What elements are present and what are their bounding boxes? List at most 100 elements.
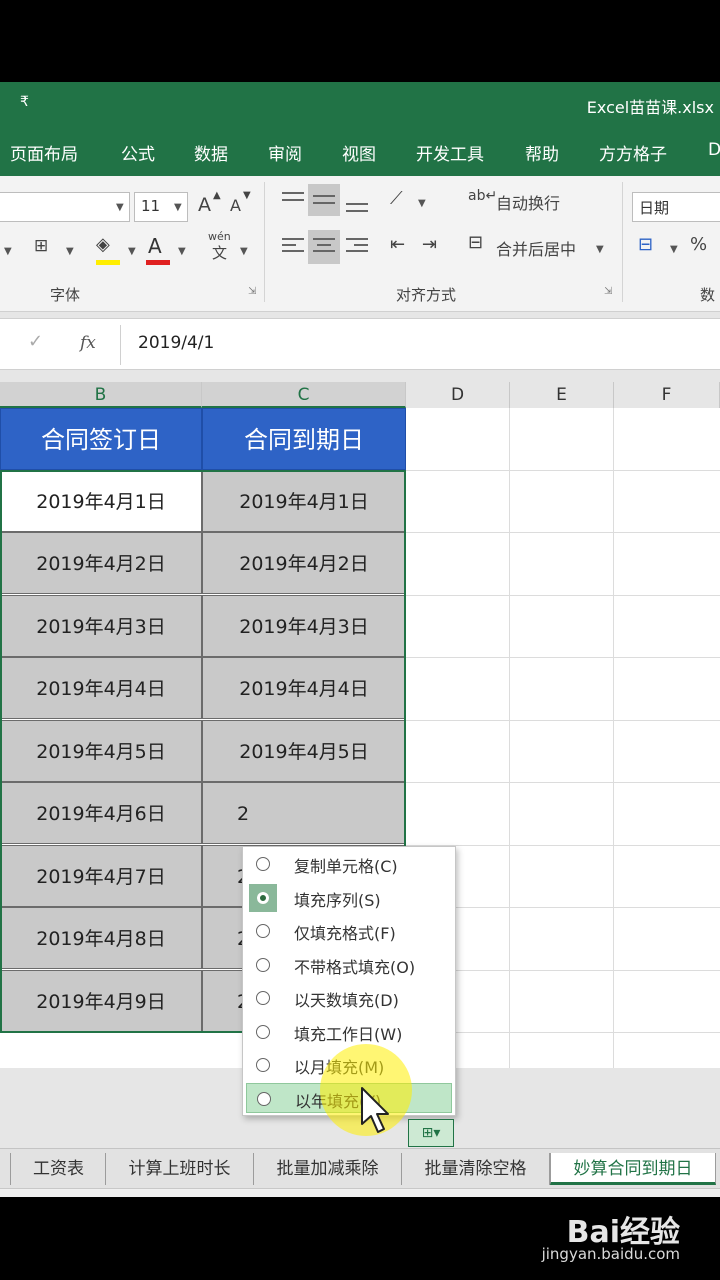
tab-formulas[interactable]: 公式 [121, 140, 155, 165]
font-launcher-icon[interactable]: ⇲ [248, 286, 256, 297]
orientation-dropdown-icon[interactable]: ▼ [418, 198, 426, 209]
accounting-format-icon[interactable]: ⊟ [638, 234, 653, 255]
font-color-icon[interactable]: A [148, 234, 162, 258]
cell-b[interactable]: 2019年4月1日 [0, 470, 202, 532]
align-left-icon[interactable] [282, 236, 306, 260]
status-bar: 平 [0, 1188, 720, 1197]
decrease-indent-icon[interactable]: ⇤ [390, 234, 405, 255]
column-header-c[interactable]: C [202, 382, 406, 408]
orientation-icon[interactable]: ⟋ [390, 188, 403, 209]
column-header-f[interactable]: F [614, 382, 720, 408]
cell-b[interactable]: 2019年4月8日 [0, 907, 202, 969]
insert-function-button[interactable]: fx [80, 333, 96, 353]
menu-item-fill-formatting-only[interactable]: 仅填充格式(F) [246, 916, 452, 946]
column-header-e[interactable]: E [510, 382, 614, 408]
radio-icon [256, 857, 270, 871]
sheet-tab-divider [10, 1153, 11, 1185]
tab-d[interactable]: D [708, 140, 720, 160]
sheet-tab-contract-expiry[interactable]: 妙算合同到期日 [550, 1153, 716, 1185]
wrap-text-icon[interactable]: ab↵ [468, 188, 497, 204]
title-bar: ₹ Excel苗苗课.xlsx [0, 82, 720, 126]
cell-c[interactable]: 2019年4月4日 [202, 657, 406, 719]
radio-icon [256, 1025, 270, 1039]
cell-c[interactable]: 2 [202, 782, 406, 844]
cell-b[interactable]: 2019年4月5日 [0, 720, 202, 782]
column-header-b[interactable]: B [0, 382, 202, 408]
cell-c[interactable]: 2019年4月1日 [202, 470, 406, 532]
borders-icon[interactable]: ⊞ [34, 236, 48, 256]
more-dropdown-icon[interactable]: ▼ [4, 246, 12, 257]
font-size-dropdown-icon[interactable]: ▼ [174, 202, 182, 213]
menu-item-label: 仅填充格式(F) [294, 924, 396, 943]
font-color-dropdown-icon[interactable]: ▼ [178, 246, 186, 257]
cell-c[interactable]: 2019年4月3日 [202, 595, 406, 657]
radio-icon [256, 991, 270, 1005]
align-top-icon[interactable] [282, 190, 306, 214]
shrink-font-button[interactable]: A [230, 196, 241, 215]
phonetic-dropdown-icon[interactable]: ▼ [240, 246, 248, 257]
accounting-dropdown-icon[interactable]: ▼ [670, 244, 678, 255]
sheet-tab-batch-arith[interactable]: 批量加减乘除 [254, 1153, 402, 1185]
sheet-tab-bar: 工资表 计算上班时长 批量加减乘除 批量清除空格 妙算合同到期日 [0, 1148, 720, 1188]
align-bottom-icon[interactable] [346, 190, 370, 214]
gridline [509, 408, 510, 1068]
cell-b[interactable]: 2019年4月6日 [0, 782, 202, 844]
align-center-icon[interactable] [308, 230, 340, 264]
menu-item-fill-without-formatting[interactable]: 不带格式填充(O) [246, 950, 452, 980]
tab-page-layout[interactable]: 页面布局 [10, 140, 78, 165]
cell-b[interactable]: 2019年4月7日 [0, 845, 202, 907]
wrap-text-label[interactable]: 自动换行 [496, 190, 560, 214]
font-name-dropdown-icon[interactable]: ▼ [116, 202, 124, 213]
header-cell-expiry-date[interactable]: 合同到期日 [202, 408, 406, 470]
align-right-icon[interactable] [346, 236, 370, 260]
number-format-value: 日期 [639, 199, 670, 217]
alignment-launcher-icon[interactable]: ⇲ [604, 286, 612, 297]
menu-item-fill-days[interactable]: 以天数填充(D) [246, 983, 452, 1013]
tab-help[interactable]: 帮助 [525, 140, 559, 165]
increase-indent-icon[interactable]: ⇥ [422, 234, 437, 255]
phonetic-icon[interactable]: 文 [212, 242, 227, 263]
header-cell-sign-date[interactable]: 合同签订日 [0, 408, 202, 470]
cell-b[interactable]: 2019年4月3日 [0, 595, 202, 657]
cell-c[interactable]: 2019年4月2日 [202, 532, 406, 594]
font-name-field[interactable] [0, 192, 130, 222]
sheet-tab-salary[interactable]: 工资表 [12, 1153, 106, 1185]
align-middle-icon[interactable] [308, 184, 340, 216]
menu-item-label: 填充工作日(W) [294, 1025, 403, 1044]
cell-b[interactable]: 2019年4月4日 [0, 657, 202, 719]
tab-data[interactable]: 数据 [194, 140, 228, 165]
sheet-tab-clear-spaces[interactable]: 批量清除空格 [402, 1153, 550, 1185]
baidu-watermark: Bai经验 jingyan.baidu.com [430, 1197, 680, 1267]
column-header-d[interactable]: D [406, 382, 510, 408]
merge-center-icon[interactable]: ⊟ [468, 232, 483, 253]
group-label-number: 数 [700, 286, 716, 304]
enter-check-icon[interactable]: ✓ [28, 331, 43, 352]
cell-b[interactable]: 2019年4月2日 [0, 532, 202, 594]
merge-center-label[interactable]: 合并后居中 [496, 236, 576, 260]
fill-color-icon[interactable]: ◈ [96, 234, 110, 255]
ribbon: ▼ 11 ▼ A ▲ A ▼ ▼ ⊞ ▼ ◈ ▼ A ▼ wén 文 ▼ 字体 … [0, 176, 720, 312]
autofill-options-button[interactable]: ⊞▾ [408, 1119, 454, 1147]
quick-access-icon[interactable]: ₹ [20, 94, 29, 110]
radio-icon [256, 1058, 270, 1072]
tab-view[interactable]: 视图 [342, 140, 376, 165]
group-label-alignment: 对齐方式 [396, 286, 457, 304]
number-format-field[interactable]: 日期 [632, 192, 720, 222]
font-color-bar [146, 260, 170, 265]
cell-c[interactable]: 2019年4月5日 [202, 720, 406, 782]
formula-input[interactable]: 2019/4/1 [138, 333, 214, 353]
tab-developer[interactable]: 开发工具 [416, 140, 484, 165]
merge-center-dropdown-icon[interactable]: ▼ [596, 244, 604, 255]
cell-b[interactable]: 2019年4月9日 [0, 970, 202, 1032]
tab-review[interactable]: 审阅 [268, 140, 302, 165]
menu-item-fill-series[interactable]: 填充序列(S) [246, 883, 452, 913]
menu-item-fill-weekdays[interactable]: 填充工作日(W) [246, 1017, 452, 1047]
tab-fangfang[interactable]: 方方格子 [599, 140, 667, 165]
menu-item-copy-cells[interactable]: 复制单元格(C) [246, 849, 452, 879]
grow-font-button[interactable]: A [198, 194, 211, 216]
percent-button[interactable]: % [690, 234, 707, 255]
sheet-tab-work-hours[interactable]: 计算上班时长 [106, 1153, 254, 1185]
borders-dropdown-icon[interactable]: ▼ [66, 246, 74, 257]
watermark-url: jingyan.baidu.com [541, 1245, 680, 1263]
fill-color-dropdown-icon[interactable]: ▼ [128, 246, 136, 257]
